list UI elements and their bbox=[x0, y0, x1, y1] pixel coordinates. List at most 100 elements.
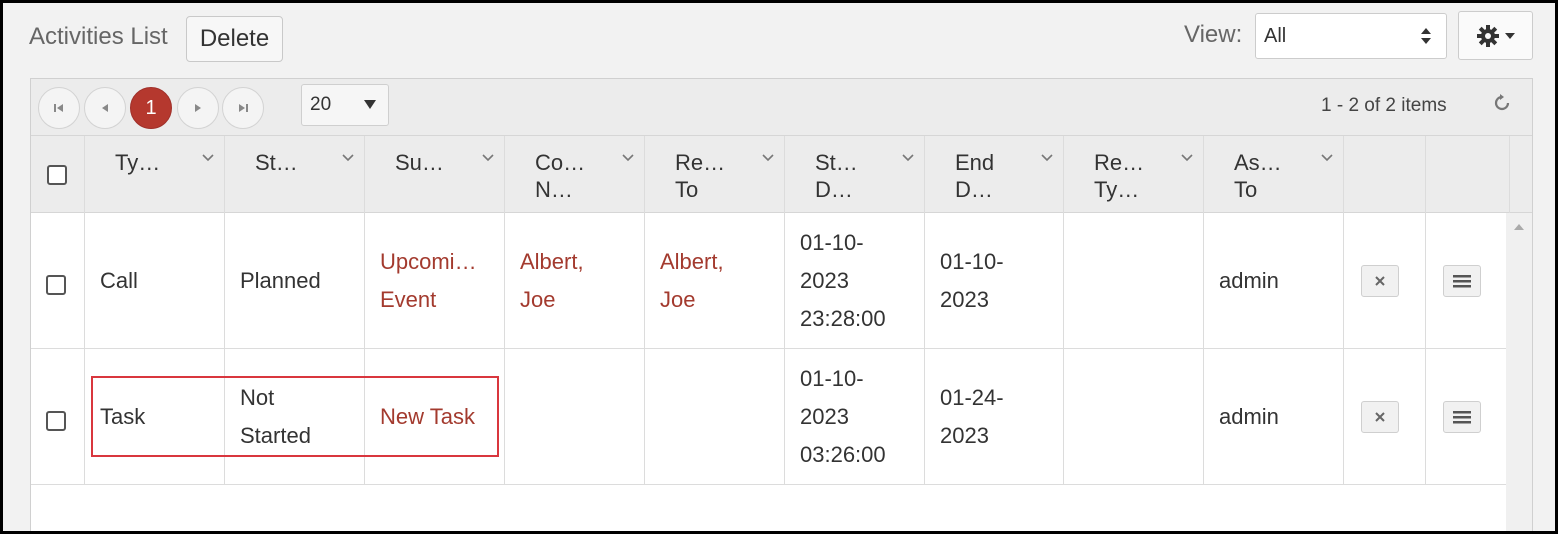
column-label-line1: End bbox=[955, 150, 995, 175]
cell-end-date: 01-24- 2023 bbox=[940, 379, 1004, 455]
status-line2: Started bbox=[240, 423, 311, 448]
cell-subject-link[interactable]: New Task bbox=[380, 398, 475, 436]
column-header-contact-name[interactable]: Co… N… bbox=[505, 136, 645, 213]
first-page-button[interactable] bbox=[38, 87, 80, 129]
gear-icon bbox=[1476, 24, 1499, 47]
start-line2: 2023 bbox=[800, 268, 849, 293]
delete-row-button[interactable] bbox=[1361, 401, 1399, 433]
column-label: Su… bbox=[395, 150, 444, 175]
table-row[interactable]: Call Planned Upcomi… Event Albert, Joe Alb… bbox=[31, 213, 1506, 349]
column-header-assigned-to[interactable]: As… To bbox=[1204, 136, 1344, 213]
select-all-checkbox[interactable] bbox=[47, 165, 67, 185]
start-line3: 03:26:00 bbox=[800, 442, 886, 467]
subject-line1: Upcomi… bbox=[380, 249, 477, 274]
cell-type: Call bbox=[100, 268, 138, 293]
table-row[interactable]: Task Not Started New Task 01-10- 2023 03:26… bbox=[31, 349, 1506, 485]
column-label-line2: D… bbox=[815, 177, 853, 202]
cell-related bbox=[645, 349, 785, 485]
end-line2: 2023 bbox=[940, 423, 989, 448]
window-frame: Activities List Delete View: All 1 20 1 … bbox=[0, 0, 1558, 534]
column-label-line2: Ty… bbox=[1094, 177, 1140, 202]
column-label-line1: Re… bbox=[1094, 150, 1145, 175]
column-label-line1: Re… bbox=[675, 150, 726, 175]
column-label: Ty… bbox=[115, 150, 161, 175]
related-line2: Joe bbox=[660, 287, 696, 312]
view-select[interactable]: All bbox=[1255, 13, 1447, 59]
cell-start-date: 01-10- 2023 03:26:00 bbox=[800, 360, 886, 474]
first-page-icon bbox=[54, 104, 63, 112]
column-header-subject[interactable]: Su… bbox=[365, 136, 505, 213]
column-label-line1: St… bbox=[815, 150, 858, 175]
chevron-down-icon[interactable] bbox=[902, 154, 914, 162]
page-title: Activities List bbox=[29, 23, 168, 50]
column-label: St… bbox=[255, 150, 298, 175]
next-page-button[interactable] bbox=[177, 87, 219, 129]
end-line2: 2023 bbox=[940, 287, 989, 312]
chevron-down-icon bbox=[364, 100, 376, 109]
column-header-actions bbox=[1426, 136, 1510, 213]
cell-contact-link[interactable]: Albert, Joe bbox=[520, 243, 584, 319]
column-header-type[interactable]: Ty… bbox=[85, 136, 225, 213]
contact-line1: Albert, bbox=[520, 249, 584, 274]
chevron-down-icon[interactable] bbox=[1041, 154, 1053, 162]
delete-row-button[interactable] bbox=[1361, 265, 1399, 297]
contact-line2: Joe bbox=[520, 287, 556, 312]
next-page-icon bbox=[195, 104, 201, 112]
prev-page-button[interactable] bbox=[84, 87, 126, 129]
row-menu-button[interactable] bbox=[1443, 265, 1481, 297]
row-checkbox[interactable] bbox=[46, 275, 66, 295]
row-checkbox[interactable] bbox=[46, 411, 66, 431]
vertical-scrollbar[interactable] bbox=[1506, 213, 1532, 531]
column-header-related-type[interactable]: Re… Ty… bbox=[1064, 136, 1204, 213]
column-label-line2: D… bbox=[955, 177, 993, 202]
chevron-down-icon[interactable] bbox=[342, 154, 354, 162]
related-line1: Albert, bbox=[660, 249, 724, 274]
caret-down-icon bbox=[1504, 32, 1515, 39]
cell-assigned-to: admin bbox=[1219, 404, 1279, 429]
column-header-start-date[interactable]: St… D… bbox=[785, 136, 925, 213]
status-line1: Not bbox=[240, 385, 275, 410]
activities-grid: 1 20 1 - 2 of 2 items Ty… St… Su… Co… N…… bbox=[30, 78, 1533, 531]
chevron-down-icon[interactable] bbox=[762, 154, 774, 162]
start-line1: 01-10- bbox=[800, 230, 864, 255]
hamburger-icon bbox=[1453, 411, 1471, 424]
cell-related-link[interactable]: Albert, Joe bbox=[660, 243, 724, 319]
cell-related-type bbox=[1064, 213, 1204, 349]
cell-assigned-to: admin bbox=[1219, 268, 1279, 293]
chevron-down-icon[interactable] bbox=[482, 154, 494, 162]
column-header-end-date[interactable]: End D… bbox=[925, 136, 1064, 213]
chevron-down-icon[interactable] bbox=[1321, 154, 1333, 162]
delete-button[interactable]: Delete bbox=[186, 16, 283, 62]
column-header-status[interactable]: St… bbox=[225, 136, 365, 213]
close-icon bbox=[1375, 412, 1385, 422]
chevron-down-icon[interactable] bbox=[202, 154, 214, 162]
end-line1: 01-24- bbox=[940, 385, 1004, 410]
end-line1: 01-10- bbox=[940, 249, 1004, 274]
page-1-button[interactable]: 1 bbox=[130, 87, 172, 129]
pager-bar: 1 20 1 - 2 of 2 items bbox=[31, 79, 1532, 136]
column-label-line2: N… bbox=[535, 177, 573, 202]
column-header-related-to[interactable]: Re… To bbox=[645, 136, 785, 213]
close-icon bbox=[1375, 276, 1385, 286]
prev-page-icon bbox=[102, 104, 108, 112]
page-size-select[interactable]: 20 bbox=[301, 84, 389, 126]
column-label-line1: As… bbox=[1234, 150, 1282, 175]
column-label-line2: To bbox=[1234, 177, 1258, 202]
cell-status: Not Started bbox=[240, 379, 311, 455]
scroll-up-icon[interactable] bbox=[1513, 223, 1525, 231]
column-label-line1: Co… bbox=[535, 150, 586, 175]
settings-button[interactable] bbox=[1458, 11, 1533, 60]
subject-line2: Event bbox=[380, 287, 437, 312]
refresh-icon[interactable] bbox=[1493, 94, 1511, 112]
view-select-value: All bbox=[1264, 24, 1287, 47]
cell-end-date: 01-10- 2023 bbox=[940, 243, 1004, 319]
row-menu-button[interactable] bbox=[1443, 401, 1481, 433]
cell-subject-link[interactable]: Upcomi… Event bbox=[380, 243, 477, 319]
chevron-down-icon[interactable] bbox=[1181, 154, 1193, 162]
chevron-down-icon[interactable] bbox=[622, 154, 634, 162]
view-label: View: bbox=[1184, 21, 1243, 48]
start-line2: 2023 bbox=[800, 404, 849, 429]
last-page-button[interactable] bbox=[222, 87, 264, 129]
page-size-value: 20 bbox=[310, 94, 332, 115]
column-label-line2: To bbox=[675, 177, 699, 202]
